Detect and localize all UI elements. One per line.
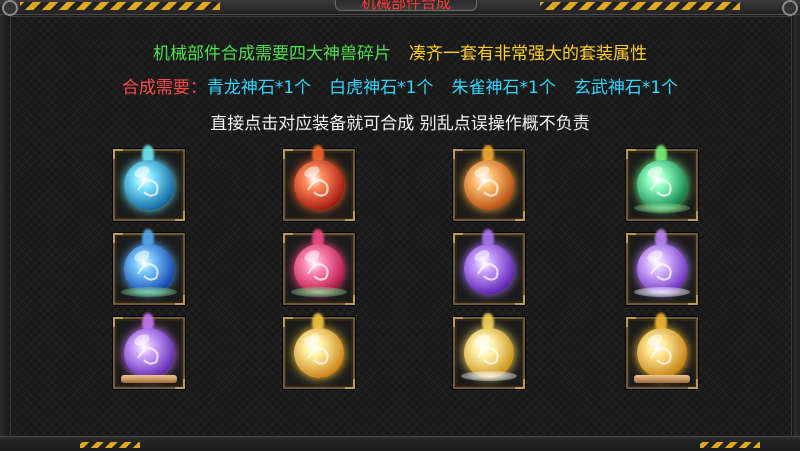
window-title: 机械部件合成 bbox=[360, 0, 451, 11]
hazard-stripe-bottom-right bbox=[700, 442, 760, 448]
leaf-base-icon bbox=[291, 287, 347, 297]
item-slot-gold-orb[interactable] bbox=[283, 313, 355, 389]
leaf-base-icon bbox=[121, 287, 177, 297]
item-slot-blue-orb[interactable] bbox=[113, 229, 185, 305]
purple-orb-icon bbox=[464, 244, 514, 294]
intro-requirement-text: 机械部件合成需要四大神兽碎片 bbox=[153, 44, 391, 64]
leaf-base-icon bbox=[634, 203, 690, 213]
intro-bonus-text: 凑齐一套有非常强大的套装属性 bbox=[409, 44, 647, 64]
window-title-tab: 机械部件合成 bbox=[335, 0, 477, 11]
requirement-baihu: 白虎神石*1个 bbox=[329, 78, 434, 98]
requirements-label: 合成需要： bbox=[121, 78, 207, 98]
item-slot-gold-cloud-orb[interactable] bbox=[453, 313, 525, 389]
item-slot-violet-orb[interactable] bbox=[626, 229, 698, 305]
cloud-base-icon bbox=[634, 287, 690, 297]
pedestal-base-icon bbox=[634, 375, 690, 383]
item-slot-purple-orb[interactable] bbox=[453, 229, 525, 305]
item-slot-purple-pedestal-orb[interactable] bbox=[113, 313, 185, 389]
hazard-stripe-bottom-left bbox=[80, 442, 140, 448]
hazard-stripe-right bbox=[540, 2, 740, 10]
cyan-orb-icon bbox=[124, 160, 174, 210]
pedestal-base-icon bbox=[121, 375, 177, 383]
item-slot-cyan-orb[interactable] bbox=[113, 145, 185, 221]
red-orb-icon bbox=[294, 160, 344, 210]
purple-pedestal-orb-icon bbox=[124, 328, 174, 378]
instruction-line: 直接点击对应装备就可合成 别乱点误操作概不负责 bbox=[210, 114, 590, 134]
requirements-line: 合成需要：青龙神石*1个 白虎神石*1个 朱雀神石*1个 玄武神石*1个 bbox=[0, 73, 800, 98]
item-slot-red-orb[interactable] bbox=[283, 145, 355, 221]
item-slot-green-orb[interactable] bbox=[626, 145, 698, 221]
item-slot-pink-orb[interactable] bbox=[283, 229, 355, 305]
hazard-stripe-left bbox=[20, 2, 220, 10]
gold-pedestal-orb-icon bbox=[637, 328, 687, 378]
gear-icon bbox=[782, 0, 798, 16]
gear-icon bbox=[2, 0, 18, 16]
orange-orb-icon bbox=[464, 160, 514, 210]
item-slot-gold-pedestal-orb[interactable] bbox=[626, 313, 698, 389]
requirement-xuanwu: 玄武神石*1个 bbox=[573, 78, 679, 98]
cloud-base-icon bbox=[461, 371, 517, 381]
requirement-zhuque: 朱雀神石*1个 bbox=[451, 78, 556, 98]
item-slot-orange-orb[interactable] bbox=[453, 145, 525, 221]
gold-orb-icon bbox=[294, 328, 344, 378]
intro-line: 机械部件合成需要四大神兽碎片 凑齐一套有非常强大的套装属性 bbox=[0, 39, 800, 64]
requirement-qinglong: 青龙神石*1个 bbox=[206, 78, 312, 98]
